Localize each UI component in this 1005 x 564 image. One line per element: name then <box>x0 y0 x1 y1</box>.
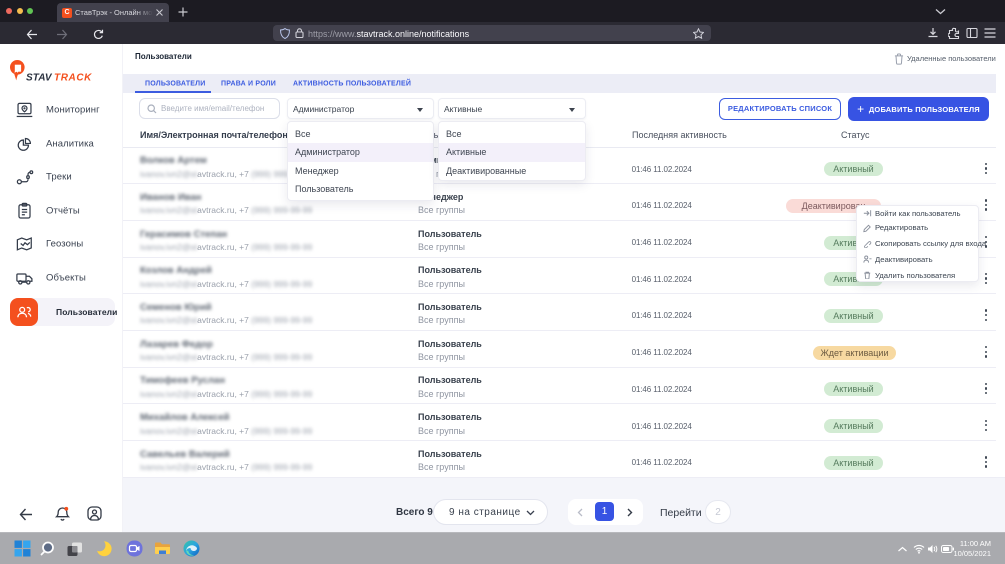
svg-text:TRACK: TRACK <box>54 73 92 84</box>
svg-text:STAV: STAV <box>26 73 53 84</box>
